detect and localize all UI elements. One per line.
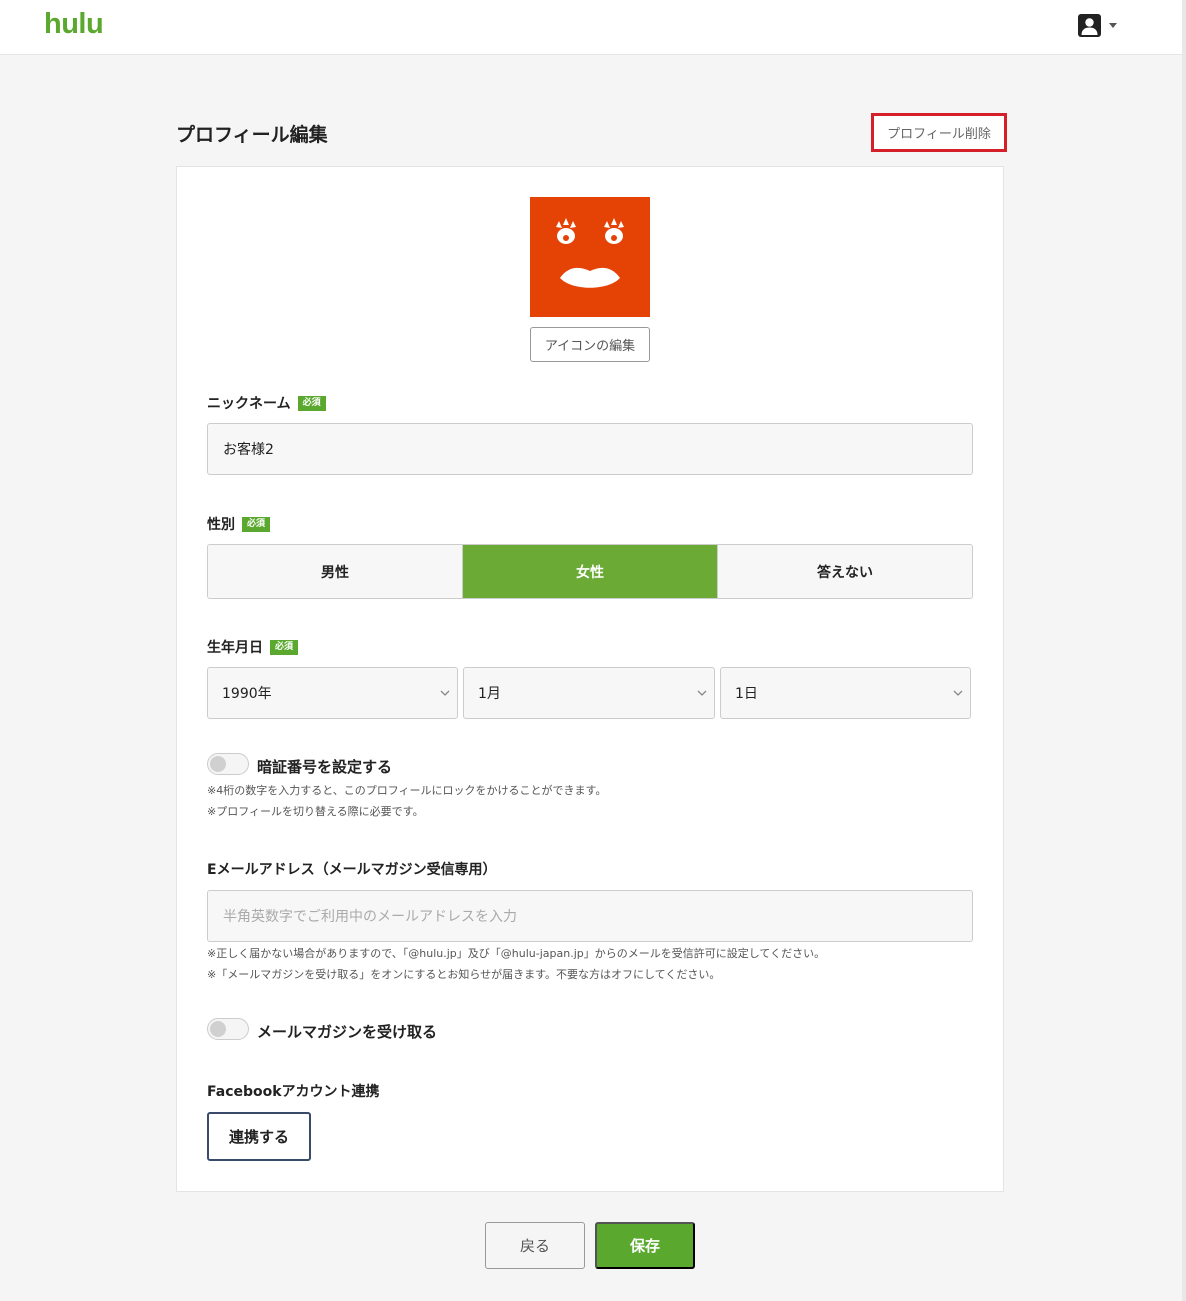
birth-day-value: 1日 [735, 686, 758, 702]
required-badge: 必須 [242, 516, 271, 532]
birth-day-select[interactable]: 1日 [720, 667, 971, 719]
nickname-label: ニックネーム 必須 [207, 393, 326, 413]
gender-label-text: 性別 [207, 517, 235, 533]
top-header: hulu [0, 0, 1182, 55]
birth-year-value: 1990年 [222, 686, 272, 702]
nickname-value: お客様2 [223, 442, 274, 458]
gender-option-female[interactable]: 女性 [462, 545, 717, 598]
newsletter-toggle[interactable] [207, 1018, 249, 1040]
email-note-2: ※「メールマガジンを受け取る」をオンにするとお知らせが届きます。不要な方はオフに… [207, 968, 721, 981]
birthday-label: 生年月日 必須 [207, 637, 299, 657]
user-avatar-icon [1078, 14, 1101, 37]
email-input[interactable]: 半角英数字でご利用中のメールアドレスを入力 [207, 890, 973, 942]
gender-label: 性別 必須 [207, 514, 271, 534]
pin-toggle[interactable] [207, 753, 249, 775]
birth-month-select[interactable]: 1月 [463, 667, 715, 719]
gender-option-no-answer[interactable]: 答えない [717, 545, 972, 598]
toggle-knob [210, 756, 226, 772]
chevron-down-icon [697, 690, 707, 696]
email-note-1: ※正しく届かない場合がありますので、「@hulu.jp」及び「@hulu-jap… [207, 947, 826, 960]
email-label: Eメールアドレス（メールマガジン受信専用） [207, 859, 497, 879]
profile-face-icon [530, 197, 650, 317]
pin-note-2: ※プロフィールを切り替える際に必要です。 [207, 805, 424, 818]
back-button[interactable]: 戻る [485, 1222, 585, 1269]
nickname-label-text: ニックネーム [207, 396, 291, 412]
hulu-logo[interactable]: hulu [44, 8, 104, 41]
gender-selector: 男性 女性 答えない [207, 544, 973, 599]
birth-month-value: 1月 [478, 686, 501, 702]
pin-label: 暗証番号を設定する [257, 758, 393, 776]
required-badge: 必須 [270, 639, 299, 655]
pin-note-1: ※4桁の数字を入力すると、このプロフィールにロックをかけることができます。 [207, 784, 607, 797]
birthday-label-text: 生年月日 [207, 640, 263, 656]
gender-option-male[interactable]: 男性 [208, 545, 462, 598]
facebook-connect-button[interactable]: 連携する [207, 1112, 311, 1161]
toggle-knob [210, 1021, 226, 1037]
facebook-label-text: Facebookアカウント連携 [207, 1084, 380, 1100]
newsletter-label: メールマガジンを受け取る [257, 1023, 438, 1041]
save-button[interactable]: 保存 [595, 1222, 695, 1269]
required-badge: 必須 [297, 395, 326, 411]
email-placeholder: 半角英数字でご利用中のメールアドレスを入力 [223, 909, 517, 925]
email-label-text: Eメールアドレス（メールマガジン受信専用） [207, 862, 497, 878]
edit-icon-button[interactable]: アイコンの編集 [530, 327, 650, 362]
chevron-down-icon [440, 690, 450, 696]
account-menu-button[interactable] [1078, 14, 1118, 38]
delete-profile-button[interactable]: プロフィール削除 [871, 113, 1007, 152]
page-scrollbar[interactable] [1182, 0, 1186, 1301]
birth-year-select[interactable]: 1990年 [207, 667, 458, 719]
chevron-down-icon [953, 690, 963, 696]
nickname-input[interactable]: お客様2 [207, 423, 973, 475]
caret-down-icon [1109, 23, 1117, 28]
page-title: プロフィール編集 [176, 124, 328, 146]
facebook-label: Facebookアカウント連携 [207, 1081, 380, 1101]
